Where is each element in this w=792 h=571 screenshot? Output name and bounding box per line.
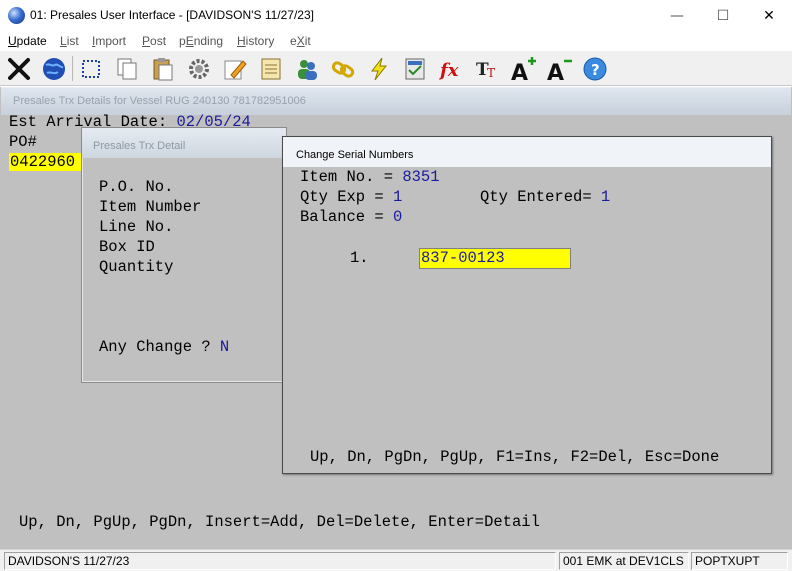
status-program: POPTXUPT [691, 552, 788, 570]
qty-entered-label: Qty Entered= [480, 188, 601, 206]
detail-window-title: Presales Trx Detail [93, 140, 186, 152]
menu-history[interactable]: History [237, 34, 274, 48]
font-larger-icon[interactable]: A [507, 54, 539, 83]
menu-post[interactable]: Post [142, 34, 166, 48]
po-column-header: PO# [9, 133, 37, 151]
menu-exit[interactable]: eXit [290, 34, 311, 48]
serial-window-title: Change Serial Numbers [296, 149, 414, 161]
lightning-icon[interactable] [363, 54, 395, 83]
menu-exit-rest: it [304, 34, 311, 48]
paste-icon[interactable] [147, 54, 179, 83]
close-button[interactable]: ✕ [746, 0, 792, 31]
menu-pending[interactable]: pEnding [179, 34, 223, 48]
serial-key-hints: Up, Dn, PgDn, PgUp, F1=Ins, F2=Del, Esc=… [310, 448, 720, 466]
detail-window: Presales Trx Detail P.O. No. Item Number… [81, 127, 287, 383]
field-item-number: Item Number [99, 198, 202, 216]
link-icon[interactable] [327, 54, 359, 83]
menu-history-rest: istory [245, 34, 275, 48]
calculator-icon[interactable] [399, 54, 431, 83]
balance-label: Balance = [300, 208, 394, 226]
field-line-no: Line No. [99, 218, 174, 236]
title-bar: 01: Presales User Interface - [DAVIDSON'… [0, 0, 792, 31]
menu-list[interactable]: List [60, 34, 79, 48]
serial-row-number: 1. [350, 249, 369, 267]
serial-window: Change Serial Numbers Item No. = 8351 Qt… [282, 136, 772, 474]
report-icon[interactable] [255, 54, 287, 83]
svg-text:A: A [511, 61, 528, 83]
qty-exp-label: Qty Exp = [300, 188, 394, 206]
settings-icon[interactable] [183, 54, 215, 83]
item-no-value: 8351 [402, 168, 440, 186]
svg-text:A: A [547, 61, 564, 83]
detail-window-body: P.O. No. Item Number Line No. Box ID Qua… [89, 158, 279, 378]
balance-row: Balance = 0 [300, 208, 402, 226]
status-bar: DAVIDSON'S 11/27/23 001 EMK at DEV1CLS P… [0, 549, 792, 571]
status-company: DAVIDSON'S 11/27/23 [4, 552, 556, 570]
vessel-window-title: Presales Trx Details for Vessel RUG 2401… [13, 95, 306, 107]
edit-icon[interactable] [219, 54, 251, 83]
any-change-prompt: Any Change ? N [99, 338, 229, 356]
field-po-no: P.O. No. [99, 178, 174, 196]
function-icon[interactable]: fx [435, 54, 467, 83]
users-icon[interactable] [291, 54, 323, 83]
qty-exp-value: 1 [393, 188, 403, 206]
field-box-id: Box ID [99, 238, 155, 256]
font-smaller-icon[interactable]: A [543, 54, 575, 83]
toolbar: fx TT A A ? [0, 51, 792, 86]
field-quantity: Quantity [99, 258, 174, 276]
maximize-button[interactable]: ☐ [700, 0, 746, 31]
qty-entered-row: Qty Entered= 1 [480, 188, 610, 206]
svg-text:fx: fx [438, 60, 459, 81]
any-change-value[interactable]: N [220, 338, 229, 356]
detail-window-header: Presales Trx Detail [82, 128, 286, 158]
font-style-icon[interactable]: TT [471, 54, 503, 83]
menu-update-rest: pdate [16, 34, 47, 48]
select-icon[interactable] [75, 54, 107, 83]
serial-window-header: Change Serial Numbers [283, 137, 771, 167]
minimize-button[interactable]: — [654, 0, 700, 31]
status-user: 001 EMK at DEV1CLS [559, 552, 689, 570]
svg-text:?: ? [591, 61, 600, 79]
menu-pending-pre: p [179, 34, 186, 48]
vessel-window-header: Presales Trx Details for Vessel RUG 2401… [1, 87, 791, 115]
item-no-row: Item No. = 8351 [300, 168, 440, 186]
help-icon[interactable]: ? [579, 54, 611, 83]
menu-import[interactable]: Import [92, 34, 126, 48]
item-no-label: Item No. = [300, 168, 403, 186]
qty-exp-row: Qty Exp = 1 [300, 188, 402, 206]
serial-window-body: Item No. = 8351 Qty Exp = 1 Qty Entered=… [291, 167, 763, 468]
svg-text:T: T [487, 66, 495, 80]
menu-list-rest: ist [66, 34, 79, 48]
menu-exit-pre: e [290, 34, 297, 48]
balance-value: 0 [393, 208, 403, 226]
close-x-icon[interactable] [3, 54, 35, 83]
globe-icon[interactable] [38, 54, 70, 83]
toolbar-separator [72, 56, 73, 81]
serial-number-input[interactable]: 837-00123 [419, 248, 571, 269]
po-selected-row[interactable]: 0422960 [9, 153, 83, 171]
menu-import-rest: mport [95, 34, 127, 48]
copy-icon[interactable] [111, 54, 143, 83]
vessel-key-hints: Up, Dn, PgUp, PgDn, Insert=Add, Del=Dele… [12, 512, 780, 532]
menu-update[interactable]: Update [8, 34, 47, 48]
app-globe-icon [8, 7, 25, 24]
menu-bar: Update List Import Post pEnding History … [0, 31, 792, 51]
any-change-label: Any Change ? [99, 338, 220, 356]
qty-entered-value: 1 [600, 188, 611, 206]
window-title: 01: Presales User Interface - [DAVIDSON'… [30, 8, 314, 22]
menu-pending-rest: nding [193, 34, 224, 48]
menu-post-rest: ost [150, 34, 167, 48]
